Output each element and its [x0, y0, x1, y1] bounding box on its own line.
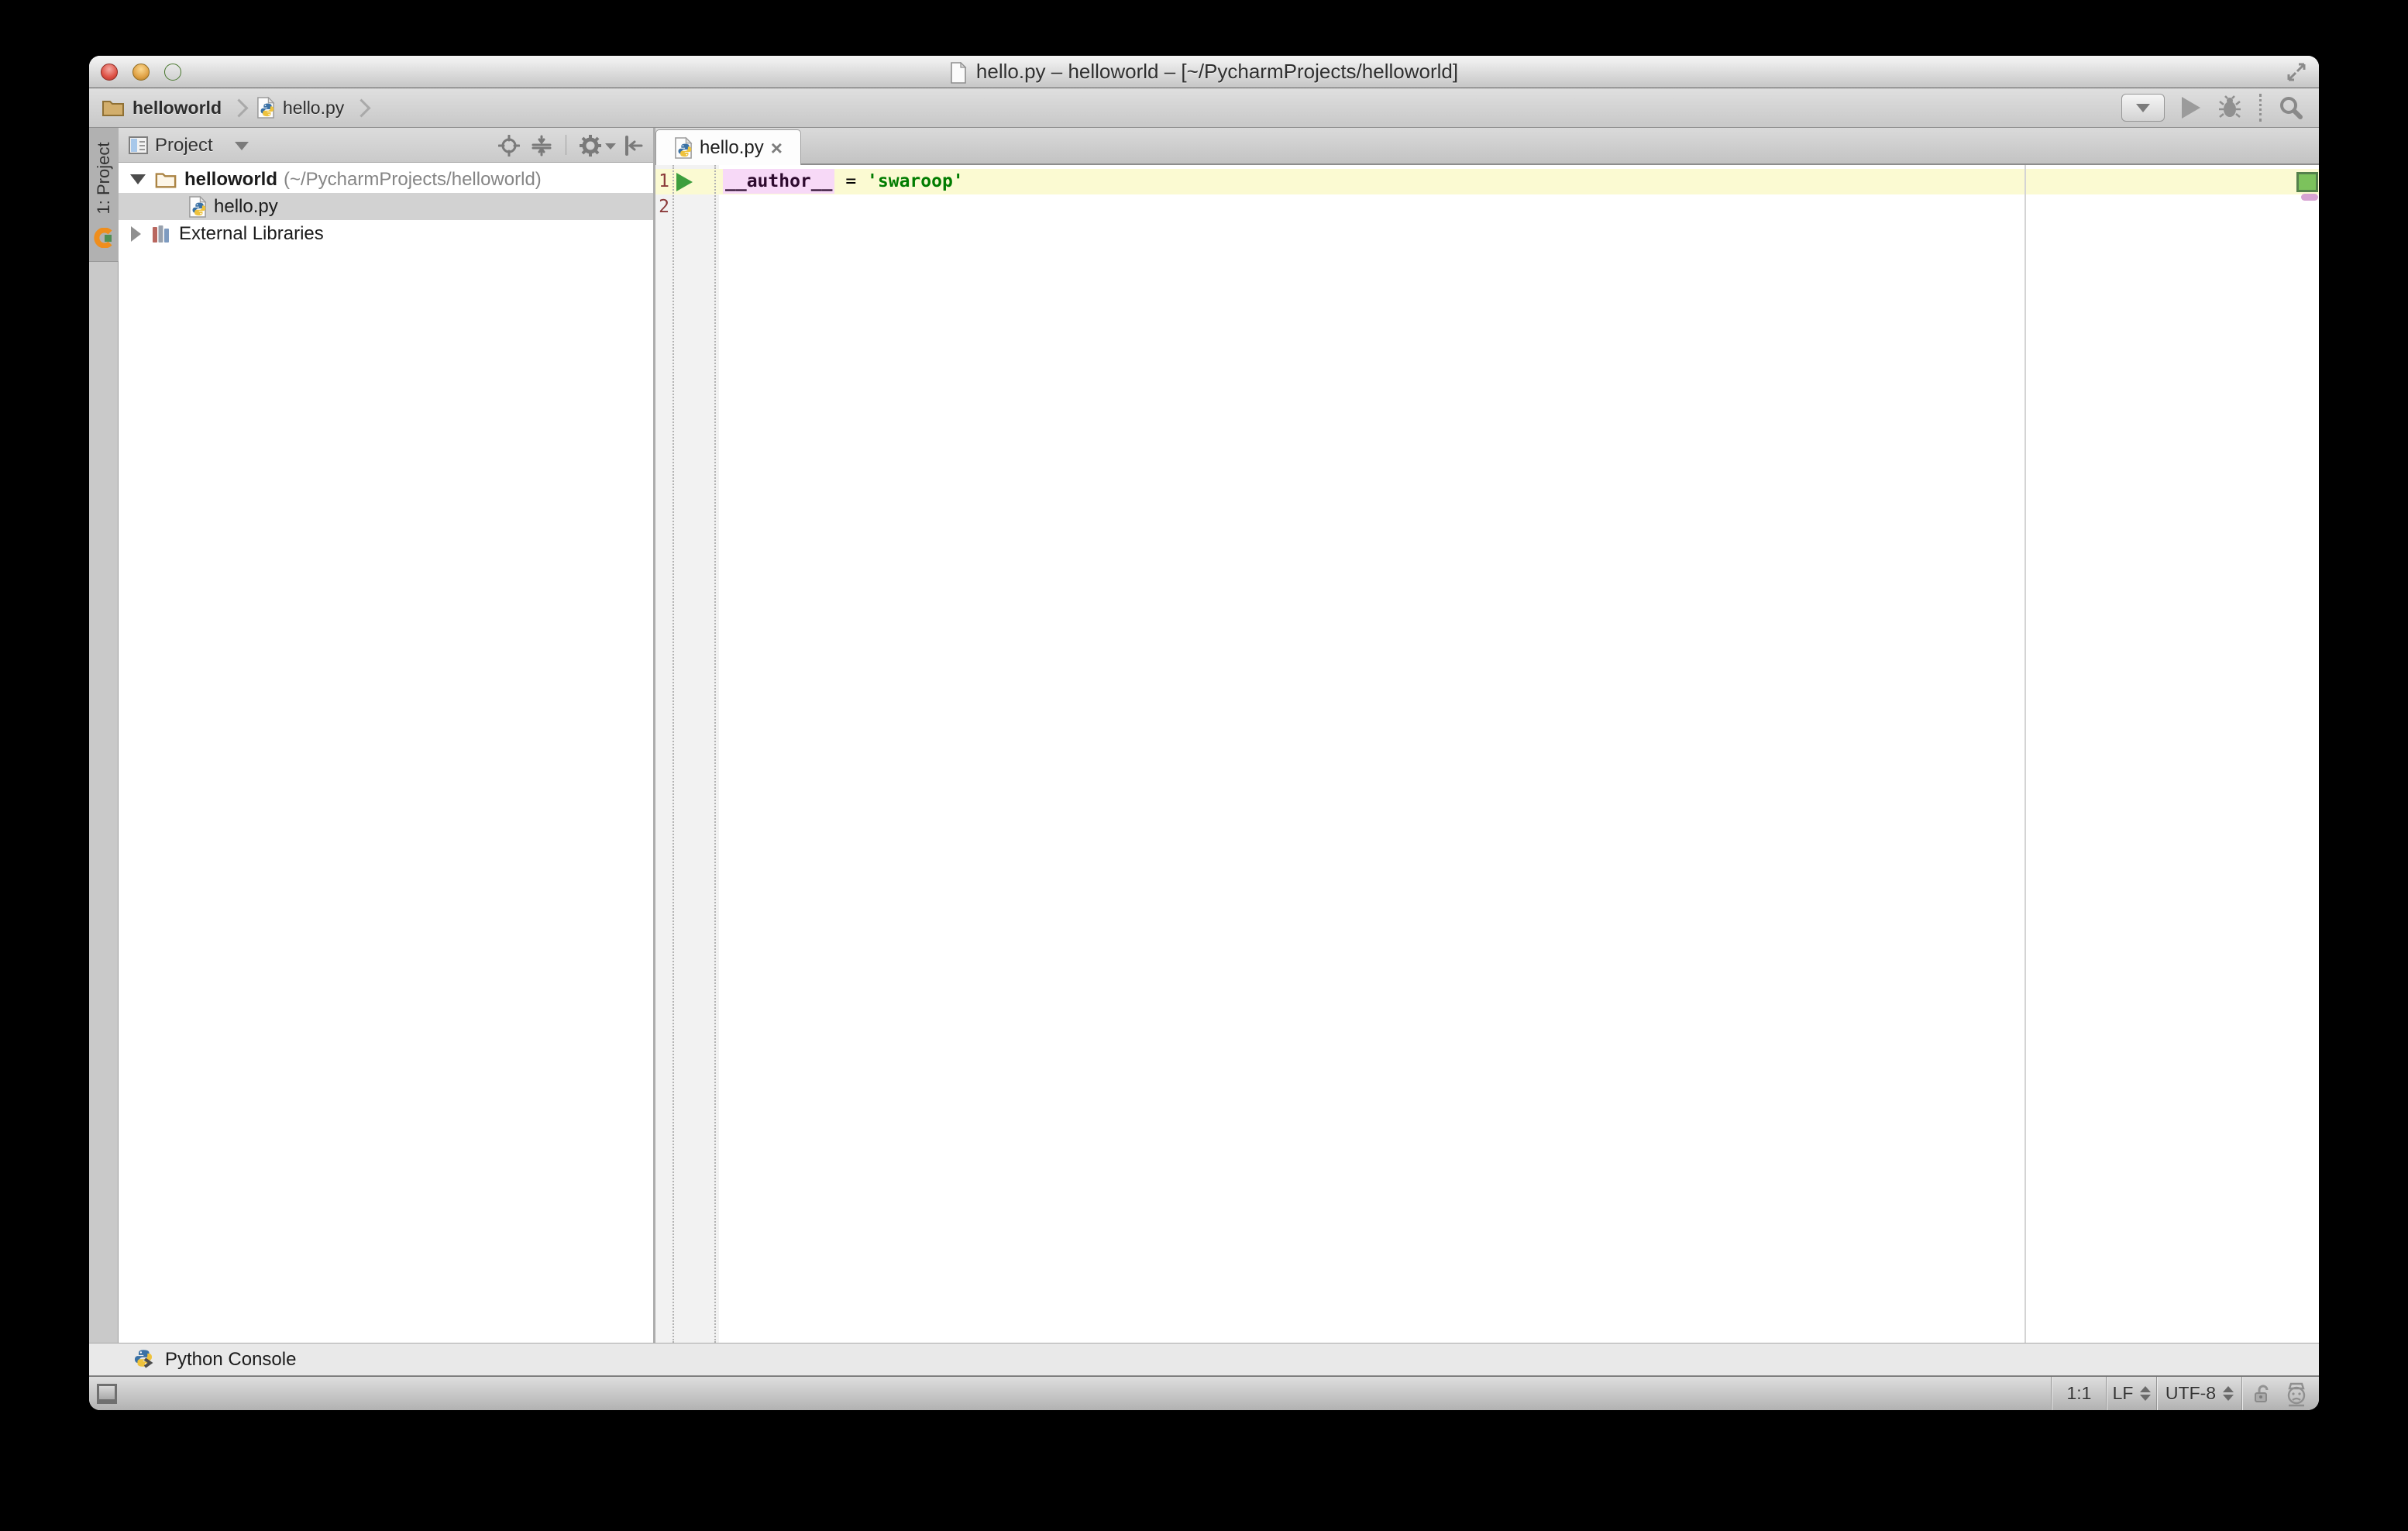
document-icon — [950, 62, 967, 84]
project-view-icon — [128, 135, 149, 156]
desktop-background: hello.py – helloworld – [~/PycharmProjec… — [0, 0, 2408, 1531]
collapse-all-icon[interactable] — [531, 135, 552, 157]
bottom-tool-window-bar: Python Console — [89, 1343, 2319, 1376]
tab-close-icon[interactable]: × — [771, 139, 783, 157]
breadcrumb-file[interactable]: hello.py — [283, 98, 344, 119]
editor-gutter — [655, 165, 719, 1343]
navigation-bar: helloworld hello.py — [89, 88, 2319, 128]
hide-panel-icon[interactable] — [621, 134, 644, 157]
chevron-right-icon — [353, 98, 371, 117]
project-panel: Project — [119, 128, 653, 1343]
run-configuration-dropdown[interactable] — [2121, 94, 2165, 122]
spinner-arrows-icon — [2140, 1386, 2151, 1401]
pycharm-window: hello.py – helloworld – [~/PycharmProjec… — [89, 56, 2319, 1410]
gear-icon[interactable] — [579, 134, 602, 157]
encoding-widget[interactable]: UTF-8 — [2158, 1377, 2241, 1410]
tree-row-external-libraries[interactable]: External Libraries — [119, 220, 653, 247]
panel-title: Project — [155, 128, 213, 163]
toggle-toolwindows-icon[interactable] — [97, 1384, 117, 1404]
locate-icon[interactable] — [498, 135, 520, 157]
tree-root-path: (~/PycharmProjects/helloworld) — [284, 169, 542, 191]
libraries-icon — [151, 224, 171, 244]
caret-position-widget[interactable]: 1:1 — [2052, 1377, 2106, 1410]
editor-tab-bar: hello.py × — [655, 128, 2319, 165]
code-author-identifier: __author__ — [723, 169, 834, 194]
python-file-icon — [256, 96, 275, 119]
main-area: 1: Project Project — [89, 128, 2319, 1343]
tree-external-label: External Libraries — [179, 223, 324, 245]
line-separator-value: LF — [2113, 1377, 2134, 1410]
editor-area: hello.py × 1 2 __author__ = 'swaroop' — [655, 128, 2319, 1343]
toolbar-separator — [2259, 94, 2262, 122]
python-console-button[interactable]: Python Console — [165, 1349, 296, 1371]
traffic-lights — [101, 64, 181, 81]
chevron-right-icon — [229, 98, 248, 117]
editor-content[interactable]: 1 2 __author__ = 'swaroop' — [655, 165, 2319, 1343]
line-separator-widget[interactable]: LF — [2107, 1377, 2156, 1410]
tree-row-root[interactable]: helloworld (~/PycharmProjects/helloworld… — [119, 166, 653, 193]
code-operator: = — [834, 171, 867, 191]
statusbar-divider — [2241, 1377, 2243, 1410]
resize-icon[interactable] — [2286, 62, 2307, 82]
line-number: 2 — [655, 194, 669, 220]
error-stripe-mark[interactable] — [2301, 194, 2318, 201]
python-file-icon — [188, 195, 207, 218]
panel-title-dropdown-icon[interactable] — [235, 142, 249, 150]
search-icon[interactable] — [2279, 95, 2303, 120]
python-file-icon — [674, 136, 693, 160]
run-line-marker-icon[interactable] — [676, 173, 693, 191]
breadcrumb-project[interactable]: helloworld — [132, 98, 222, 119]
expand-arrow-icon[interactable] — [131, 226, 141, 242]
tool-window-strip: 1: Project — [89, 128, 119, 1343]
inspection-profile-icon[interactable] — [2283, 1381, 2310, 1408]
tree-row-file-selected[interactable]: hello.py — [119, 193, 653, 220]
gutter-separator — [673, 165, 674, 1343]
inspection-status-indicator[interactable] — [2296, 172, 2318, 192]
caret-position-value: 1:1 — [2067, 1377, 2092, 1410]
tab-hello-py[interactable]: hello.py × — [655, 129, 801, 165]
line-number: 1 — [655, 169, 669, 194]
gutter-separator — [714, 165, 716, 1343]
debug-icon[interactable] — [2217, 95, 2242, 121]
zoom-button[interactable] — [164, 64, 181, 81]
pycharm-project-icon — [94, 228, 114, 248]
collapse-arrow-icon[interactable] — [130, 174, 146, 184]
right-margin-guide — [2024, 165, 2026, 1343]
folder-icon — [101, 98, 125, 117]
tab-label: hello.py — [700, 137, 764, 159]
status-bar: 1:1 LF UTF-8 — [89, 1376, 2319, 1410]
project-panel-header: Project — [119, 128, 653, 163]
unlock-icon[interactable] — [2252, 1384, 2272, 1405]
titlebar[interactable]: hello.py – helloworld – [~/PycharmProjec… — [89, 56, 2319, 88]
folder-icon — [155, 170, 177, 190]
tree-root-name: helloworld — [184, 169, 277, 191]
tool-window-tab-project[interactable]: 1: Project — [89, 128, 119, 262]
run-toolbar — [2121, 94, 2307, 122]
tool-window-tab-label: 1: Project — [89, 116, 119, 240]
run-icon[interactable] — [2182, 97, 2200, 119]
window-title: hello.py – helloworld – [~/PycharmProjec… — [976, 60, 1458, 84]
code-string-literal: 'swaroop' — [867, 171, 964, 191]
tree-file-name: hello.py — [214, 196, 278, 218]
python-console-icon — [134, 1349, 156, 1371]
gear-dropdown-icon[interactable] — [605, 143, 616, 150]
spinner-arrows-icon — [2223, 1386, 2234, 1401]
encoding-value: UTF-8 — [2165, 1377, 2216, 1410]
code-line-1[interactable]: __author__ = 'swaroop' — [723, 169, 964, 194]
close-button[interactable] — [101, 64, 118, 81]
minimize-button[interactable] — [132, 64, 150, 81]
